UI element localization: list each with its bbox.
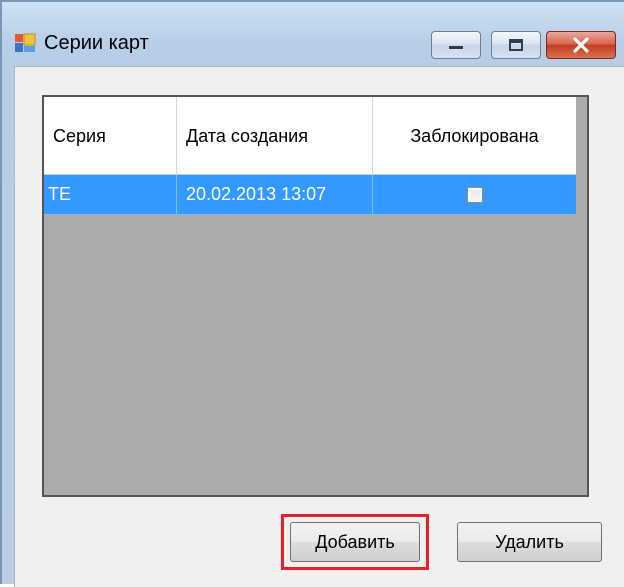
cell-created[interactable]: 20.02.2013 13:07 [177,175,373,215]
cell-blocked[interactable] [373,175,576,215]
title-bar[interactable]: Серии карт [2,2,624,66]
minimize-button[interactable] [431,31,481,59]
series-grid[interactable]: Серия Дата создания Заблокирована TE 20.… [42,95,589,497]
blocked-checkbox[interactable] [466,186,483,203]
column-header-blocked[interactable]: Заблокирована [373,97,576,175]
column-header-created[interactable]: Дата создания [177,97,373,175]
window: Серии карт Серия Дата создания Заблокиро… [0,0,624,587]
cell-series[interactable]: TE [44,175,177,215]
close-button[interactable] [546,31,616,59]
app-window-icon [15,33,36,52]
maximize-icon [509,39,523,51]
grid-header: Серия Дата создания Заблокирована [44,97,576,175]
column-header-series[interactable]: Серия [44,97,177,175]
window-title: Серии карт [44,32,149,54]
maximize-button[interactable] [491,31,541,59]
add-button[interactable]: Добавить [290,522,420,562]
close-icon [573,37,589,53]
minimize-icon [449,46,463,49]
delete-button[interactable]: Удалить [457,522,602,562]
window-client-area: Серия Дата создания Заблокирована TE 20.… [14,66,624,587]
table-row[interactable]: TE 20.02.2013 13:07 [44,175,576,215]
